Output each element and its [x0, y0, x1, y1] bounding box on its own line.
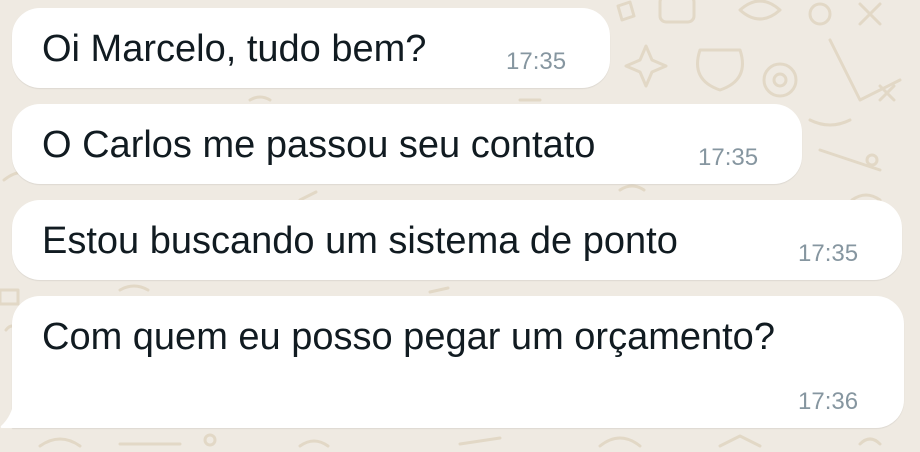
incoming-message-bubble[interactable]: O Carlos me passou seu contato 17:35: [12, 104, 802, 184]
message-timestamp: 17:36: [798, 388, 859, 415]
message-timestamp: 17:35: [798, 240, 859, 267]
incoming-message-bubble[interactable]: Oi Marcelo, tudo bem? 17:35: [12, 8, 610, 88]
incoming-message-bubble[interactable]: Com quem eu posso pegar um orçamento? 17…: [12, 296, 904, 428]
chat-conversation: Oi Marcelo, tudo bem? 17:35 O Carlos me …: [0, 0, 920, 452]
message-text: Oi Marcelo, tudo bem?: [42, 28, 427, 70]
message-text: O Carlos me passou seu contato: [42, 124, 596, 166]
message-text: Com quem eu posso pegar um orçamento?: [42, 316, 775, 358]
bubble-tail-icon: [0, 400, 22, 428]
message-timestamp: 17:35: [506, 48, 567, 75]
message-timestamp: 17:35: [698, 144, 759, 171]
incoming-message-bubble[interactable]: Estou buscando um sistema de ponto 17:35: [12, 200, 902, 280]
message-text: Estou buscando um sistema de ponto: [42, 220, 678, 262]
